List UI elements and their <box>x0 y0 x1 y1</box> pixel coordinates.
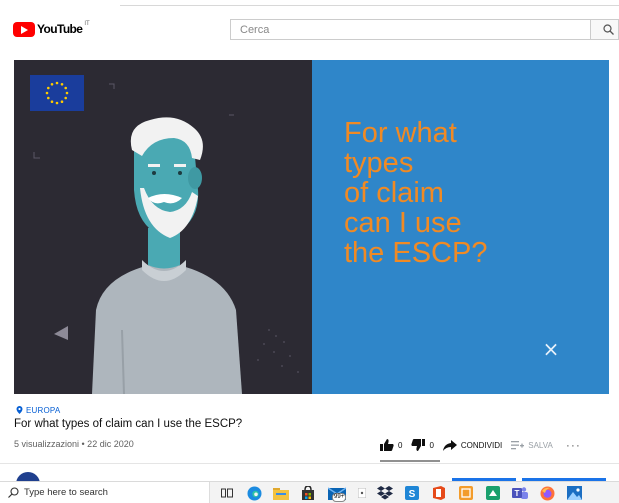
headline-line: types <box>344 147 414 179</box>
like-count: 0 <box>398 440 403 450</box>
photos-icon[interactable] <box>565 485 583 501</box>
save-label: SALVA <box>528 440 553 450</box>
firefox-icon[interactable] <box>538 485 556 501</box>
region-code: IT <box>84 21 90 27</box>
thumbs-up-icon <box>380 439 394 451</box>
more-options-icon[interactable]: ··· <box>566 438 581 452</box>
dislike-count: 0 <box>429 440 434 450</box>
share-button[interactable]: CONDIVIDI <box>442 439 503 451</box>
svg-text:T: T <box>515 489 520 498</box>
headline-line: For what <box>344 117 457 149</box>
svg-text:S: S <box>409 489 416 500</box>
divider <box>0 463 619 464</box>
thumbs-down-icon <box>411 439 426 451</box>
search-icon <box>603 24 614 35</box>
search-input[interactable] <box>231 20 590 40</box>
edge-icon[interactable] <box>245 485 263 501</box>
office-icon[interactable] <box>430 485 448 501</box>
store-icon[interactable] <box>299 485 317 501</box>
share-arrow-icon <box>442 439 457 451</box>
search-icon <box>8 487 19 498</box>
channel-name: EUROPA <box>26 406 61 415</box>
channel-link[interactable]: EUROPA <box>16 406 60 415</box>
sway-icon[interactable]: S <box>403 485 421 501</box>
teams-icon[interactable]: T <box>511 485 529 501</box>
playlist-add-icon <box>511 441 525 450</box>
header: YouTube IT <box>0 10 619 48</box>
search-button[interactable] <box>590 19 619 40</box>
taskbar-search[interactable]: Type here to search <box>0 482 210 503</box>
taskbar-apps: 99+ S T <box>218 484 592 502</box>
sentiment-bar <box>380 460 440 462</box>
save-button[interactable]: SALVA <box>511 440 553 450</box>
share-label: CONDIVIDI <box>460 440 503 450</box>
search-box[interactable] <box>230 19 590 40</box>
dropbox-icon[interactable] <box>376 485 394 501</box>
dislike-button[interactable]: 0 <box>411 439 434 451</box>
taskbar-search-text: Type here to search <box>24 487 108 498</box>
headline-line: can I use <box>344 207 462 239</box>
video-meta: 5 visualizzazioni • 22 dic 2020 <box>14 439 134 449</box>
video-headline: For what types of claim can I use the ES… <box>344 118 594 268</box>
headline-line: of claim <box>344 177 444 209</box>
youtube-logo[interactable]: YouTube IT <box>13 21 90 37</box>
mail-icon[interactable]: 99+ <box>326 485 348 502</box>
mail-badge: 99+ <box>332 493 347 502</box>
app-orange-icon[interactable] <box>457 485 475 501</box>
location-pin-icon <box>16 406 23 414</box>
video-title: For what types of claim can I use the ES… <box>14 418 243 430</box>
video-player[interactable]: For what types of claim can I use the ES… <box>14 60 609 394</box>
task-view-icon[interactable] <box>218 485 236 501</box>
close-icon[interactable]: × <box>542 339 560 359</box>
app-icon[interactable] <box>357 485 367 501</box>
app-green-icon[interactable] <box>484 485 502 501</box>
video-actions: 0 0 CONDIVIDI SALVA ··· <box>380 436 581 454</box>
like-button[interactable]: 0 <box>380 439 402 451</box>
illustrated-man-figure <box>33 83 299 394</box>
file-explorer-icon[interactable] <box>272 485 290 501</box>
logo-text: YouTube <box>37 22 83 36</box>
windows-taskbar: Type here to search 99+ S T <box>0 481 619 503</box>
window-top-strip <box>0 0 619 10</box>
youtube-play-icon <box>13 21 35 37</box>
headline-line: the ESCP? <box>344 237 488 269</box>
